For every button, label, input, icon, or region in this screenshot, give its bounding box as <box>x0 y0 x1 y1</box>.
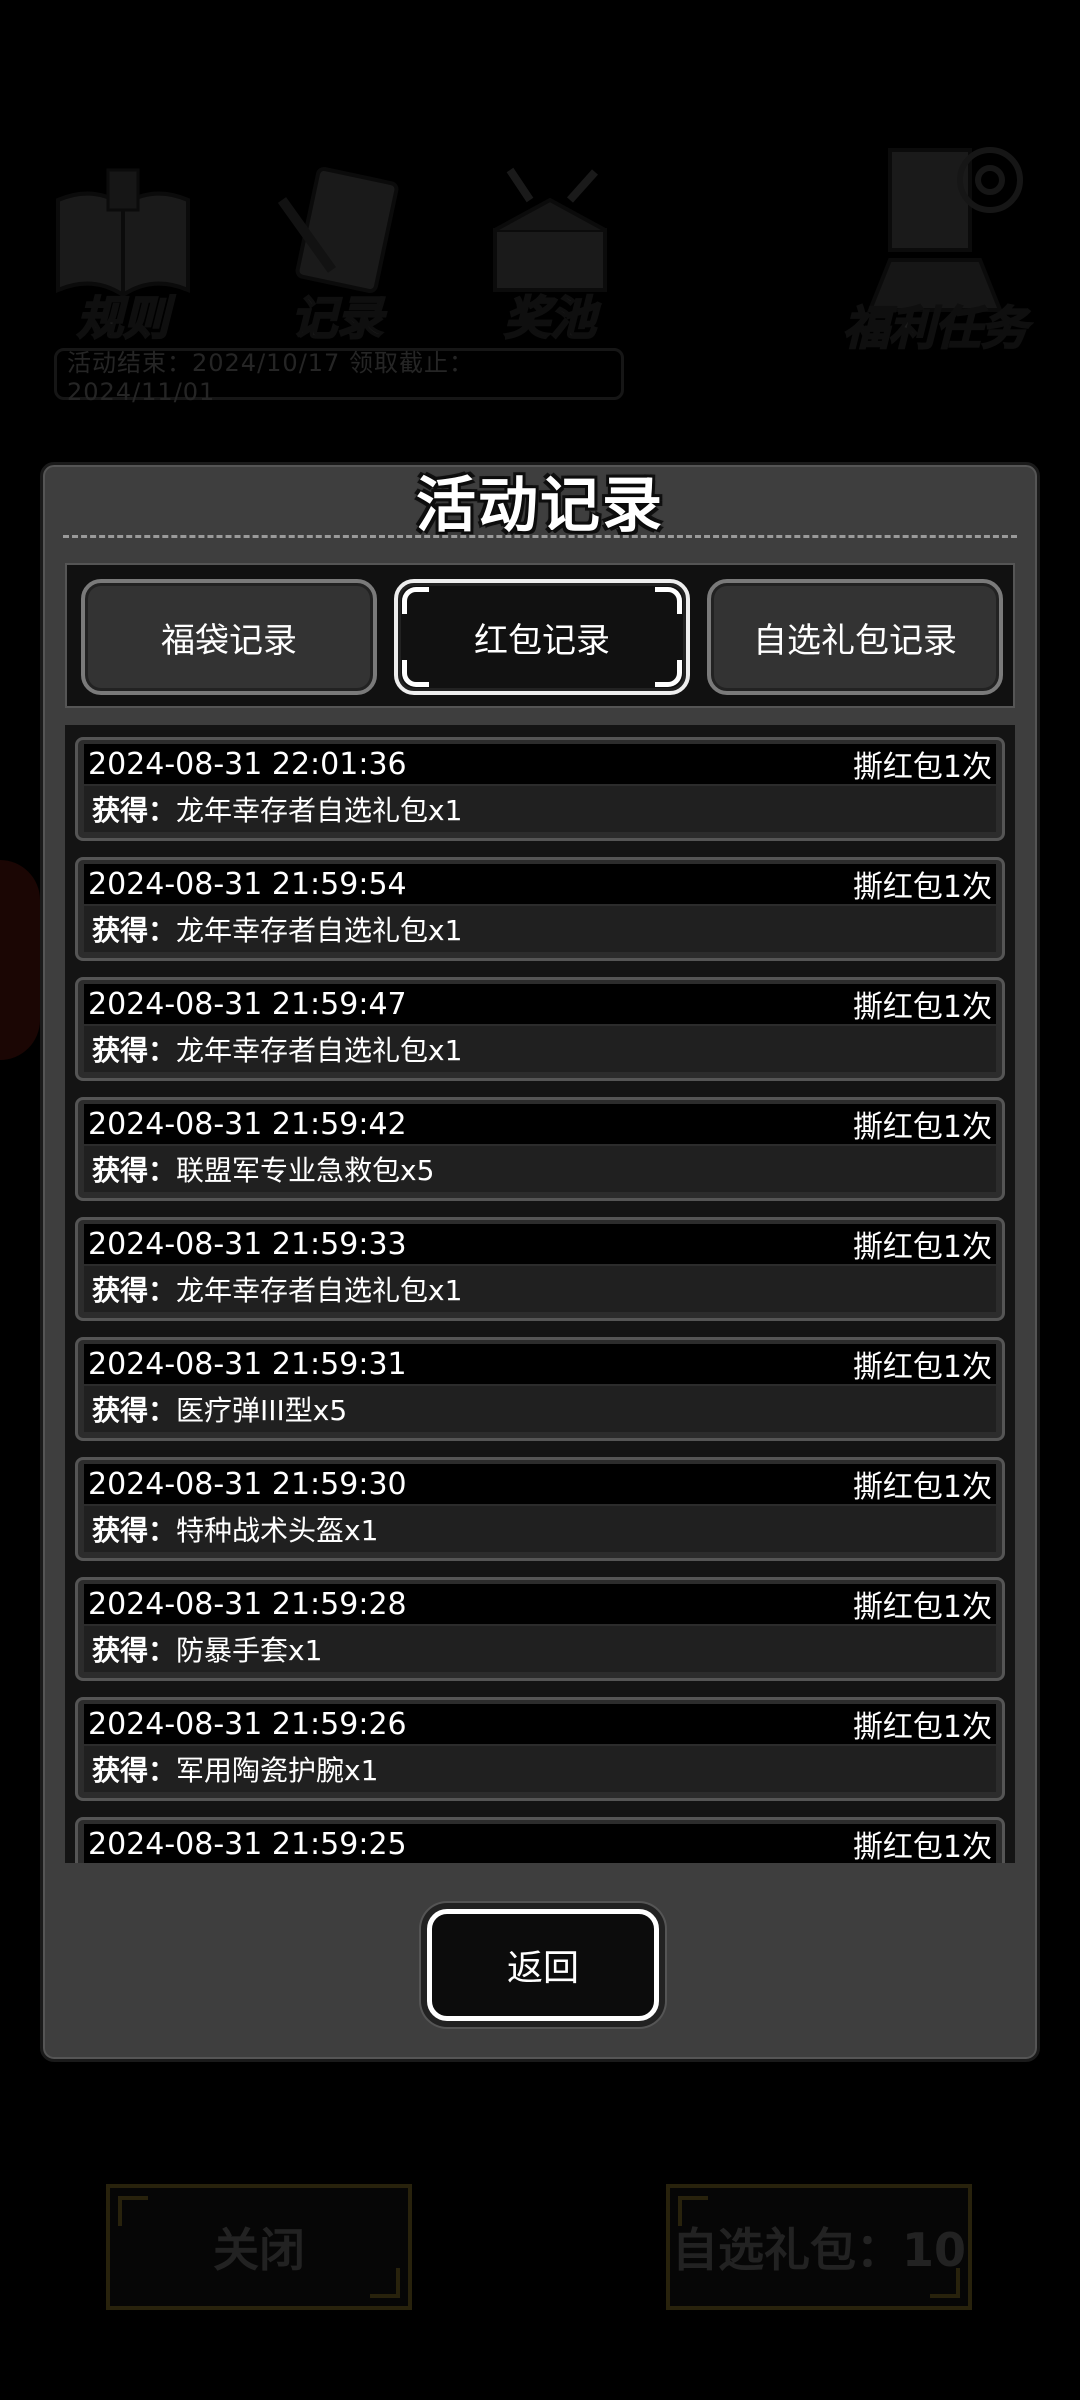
record-time: 2024-08-31 21:59:42 <box>88 1106 407 1142</box>
modal-title: 活动记录 <box>416 471 664 541</box>
record-type: 撕红包1次 <box>852 1710 992 1745</box>
obtained-label: 获得： <box>92 794 177 827</box>
record-item: 医疗弹III型x5 <box>176 1394 348 1427</box>
record-type: 撕红包1次 <box>852 990 992 1025</box>
record-row: 2024-08-31 21:59:47 撕红包1次 获得： 龙年幸存者自选礼包x… <box>75 977 1005 1081</box>
record-header: 2024-08-31 21:59:54 撕红包1次 <box>84 864 996 905</box>
record-row: 2024-08-31 21:59:54 撕红包1次 获得： 龙年幸存者自选礼包x… <box>75 857 1005 961</box>
record-row: 2024-08-31 21:59:33 撕红包1次 获得： 龙年幸存者自选礼包x… <box>75 1217 1005 1321</box>
records-button[interactable]: 记录 <box>262 160 412 348</box>
tab-corner-decoration <box>655 587 682 614</box>
title-divider <box>63 535 1017 538</box>
rules-label: 规则 <box>76 290 170 346</box>
obtained-label: 获得： <box>92 1274 177 1307</box>
record-type: 撕红包1次 <box>852 1470 992 1505</box>
back-button[interactable]: 返回 <box>427 1909 659 2021</box>
record-row: 2024-08-31 21:59:30 撕红包1次 获得： 特种战术头盔x1 <box>75 1457 1005 1561</box>
record-type: 撕红包1次 <box>852 1230 992 1265</box>
record-header: 2024-08-31 21:59:30 撕红包1次 <box>84 1464 996 1505</box>
welfare-tasks-label: 福利任务 <box>842 300 1028 356</box>
record-header: 2024-08-31 21:59:33 撕红包1次 <box>84 1224 996 1265</box>
record-row: 2024-08-31 21:59:42 撕红包1次 获得： 联盟军专业急救包x5 <box>75 1097 1005 1201</box>
tab-red-packet-records[interactable]: 红包记录 <box>394 579 690 695</box>
record-row: 2024-08-31 21:59:26 撕红包1次 获得： 军用陶瓷护腕x1 <box>75 1697 1005 1801</box>
record-row: 2024-08-31 21:59:25 撕红包1次 获得： <box>75 1817 1005 1863</box>
record-header: 2024-08-31 21:59:47 撕红包1次 <box>84 984 996 1025</box>
record-item: 龙年幸存者自选礼包x1 <box>176 914 463 947</box>
record-header: 2024-08-31 21:59:42 撕红包1次 <box>84 1104 996 1145</box>
tab-bar: 福袋记录 红包记录 自选礼包记录 <box>65 563 1015 708</box>
record-header: 2024-08-31 21:59:31 撕红包1次 <box>84 1344 996 1385</box>
record-header: 2024-08-31 21:59:28 撕红包1次 <box>84 1584 996 1625</box>
record-body: 获得： 龙年幸存者自选礼包x1 <box>84 906 996 952</box>
obtained-label: 获得： <box>92 1154 177 1187</box>
record-header: 2024-08-31 21:59:25 撕红包1次 <box>84 1824 996 1863</box>
obtained-label: 获得： <box>92 1514 177 1547</box>
record-body: 获得： 防暴手套x1 <box>84 1626 996 1672</box>
record-time: 2024-08-31 21:59:31 <box>88 1346 407 1382</box>
record-item: 特种战术头盔x1 <box>176 1514 379 1547</box>
obtained-label: 获得： <box>92 1634 177 1667</box>
record-item: 龙年幸存者自选礼包x1 <box>176 1274 463 1307</box>
record-body: 获得： 军用陶瓷护腕x1 <box>84 1746 996 1792</box>
record-row: 2024-08-31 21:59:28 撕红包1次 获得： 防暴手套x1 <box>75 1577 1005 1681</box>
record-type: 撕红包1次 <box>852 870 992 905</box>
rules-button[interactable]: 规则 <box>48 160 198 348</box>
obtained-label: 获得： <box>92 1394 177 1427</box>
tab-label: 红包记录 <box>474 620 610 661</box>
tab-lucky-bag-records[interactable]: 福袋记录 <box>81 579 377 695</box>
obtained-label: 获得： <box>92 1754 177 1787</box>
record-list[interactable]: 2024-08-31 22:01:36 撕红包1次 获得： 龙年幸存者自选礼包x… <box>65 725 1015 1863</box>
record-header: 2024-08-31 22:01:36 撕红包1次 <box>84 744 996 785</box>
record-type: 撕红包1次 <box>852 1590 992 1625</box>
event-dates: 活动结束：2024/10/17 领取截止：2024/11/01 <box>54 348 624 406</box>
record-row: 2024-08-31 21:59:31 撕红包1次 获得： 医疗弹III型x5 <box>75 1337 1005 1441</box>
tab-optional-gift-records[interactable]: 自选礼包记录 <box>707 579 1003 695</box>
optional-gift-button[interactable]: 自选礼包：10 <box>666 2184 972 2310</box>
record-type: 撕红包1次 <box>852 1110 992 1145</box>
record-time: 2024-08-31 21:59:54 <box>88 866 407 902</box>
record-time: 2024-08-31 21:59:30 <box>88 1466 407 1502</box>
record-item: 防暴手套x1 <box>176 1634 323 1667</box>
record-item: 联盟军专业急救包x5 <box>176 1154 435 1187</box>
record-time: 2024-08-31 21:59:28 <box>88 1586 407 1622</box>
record-body: 获得： 特种战术头盔x1 <box>84 1506 996 1552</box>
record-time: 2024-08-31 21:59:25 <box>88 1826 407 1862</box>
record-item: 龙年幸存者自选礼包x1 <box>176 1034 463 1067</box>
record-body: 获得： 龙年幸存者自选礼包x1 <box>84 786 996 832</box>
record-row: 2024-08-31 22:01:36 撕红包1次 获得： 龙年幸存者自选礼包x… <box>75 737 1005 841</box>
record-time: 2024-08-31 21:59:47 <box>88 986 407 1022</box>
activity-records-modal: 活动记录 福袋记录 红包记录 自选礼包记录 2024-08-31 22:01:3… <box>40 462 1040 2062</box>
records-label: 记录 <box>290 290 384 346</box>
record-item: 龙年幸存者自选礼包x1 <box>176 794 463 827</box>
prize-pool-button[interactable]: 奖池 <box>470 160 630 348</box>
record-type: 撕红包1次 <box>852 1350 992 1385</box>
prize-pool-label: 奖池 <box>503 290 597 346</box>
obtained-label: 获得： <box>92 1034 177 1067</box>
background-red-decoration <box>0 860 40 1060</box>
record-body: 获得： 医疗弹III型x5 <box>84 1386 996 1432</box>
record-body: 获得： 龙年幸存者自选礼包x1 <box>84 1266 996 1312</box>
record-time: 2024-08-31 21:59:26 <box>88 1706 407 1742</box>
welfare-tasks-button[interactable]: 福利任务 <box>840 140 1030 358</box>
record-time: 2024-08-31 22:01:36 <box>88 746 407 782</box>
record-header: 2024-08-31 21:59:26 撕红包1次 <box>84 1704 996 1745</box>
record-body: 获得： 联盟军专业急救包x5 <box>84 1146 996 1192</box>
tab-corner-decoration <box>402 660 429 687</box>
record-type: 撕红包1次 <box>852 1830 992 1863</box>
obtained-label: 获得： <box>92 914 177 947</box>
record-time: 2024-08-31 21:59:33 <box>88 1226 407 1262</box>
close-button[interactable]: 关闭 <box>106 2184 412 2310</box>
record-item: 军用陶瓷护腕x1 <box>176 1754 379 1787</box>
record-body: 获得： 龙年幸存者自选礼包x1 <box>84 1026 996 1072</box>
record-type: 撕红包1次 <box>852 750 992 785</box>
